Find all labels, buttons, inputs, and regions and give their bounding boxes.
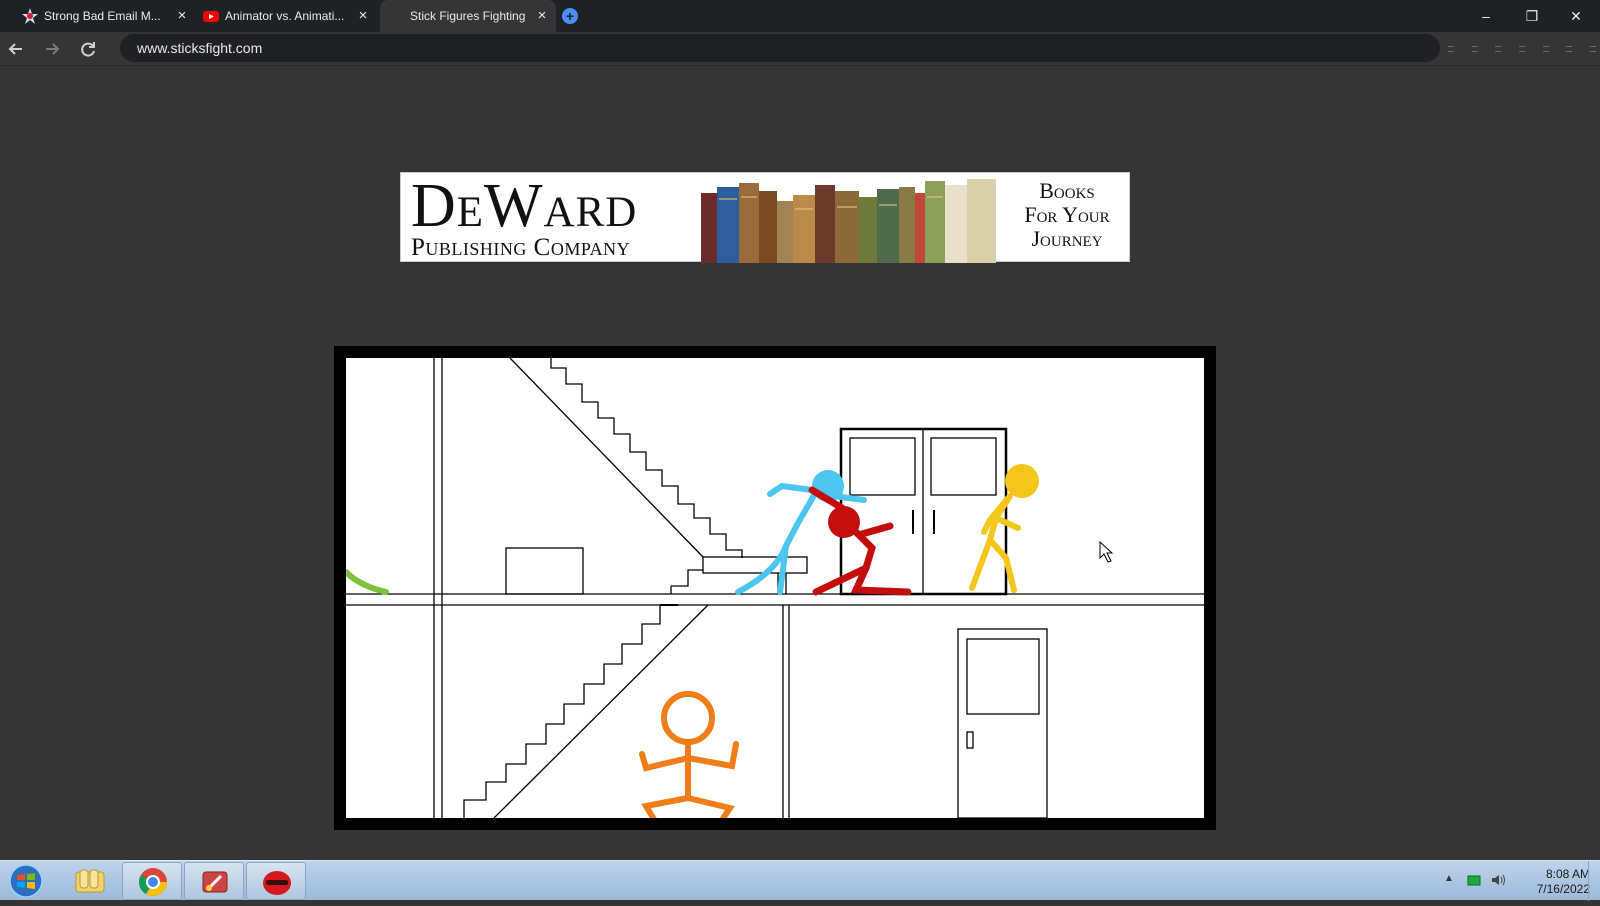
- forward-arrow-icon: [46, 43, 60, 55]
- taskbar-animation-app[interactable]: [184, 862, 244, 900]
- network-icon[interactable]: [1466, 872, 1482, 888]
- red-hood-icon: [263, 871, 291, 895]
- taskbar-red-app[interactable]: [246, 862, 306, 900]
- extension-icons[interactable]: [1448, 42, 1596, 56]
- taskbar-explorer[interactable]: [60, 862, 120, 900]
- taskbar-chrome[interactable]: [122, 862, 182, 900]
- show-hidden-icons-button[interactable]: ▲: [1444, 873, 1454, 884]
- close-window-button[interactable]: ✕: [1556, 4, 1596, 28]
- books-image: [701, 179, 996, 263]
- tab-strong-bad[interactable]: Strong Bad Email M... ×: [22, 0, 190, 32]
- tab-stick-figures-fighting[interactable]: Stick Figures Fighting ×: [380, 0, 556, 32]
- ad-tagline-line: For Your: [1024, 202, 1110, 227]
- chrome-icon: [139, 868, 167, 896]
- clock-time: 8:08 AM: [1545, 867, 1590, 881]
- youtube-icon: [203, 11, 219, 22]
- back-arrow-icon: [8, 43, 22, 55]
- ad-tagline-line: Journey: [1031, 226, 1103, 251]
- game-frame[interactable]: [334, 346, 1216, 830]
- extension-icon[interactable]: [1448, 46, 1454, 52]
- browser-toolbar: www.sticksfight.com: [0, 32, 1600, 66]
- windows-taskbar: ▲ 8:08 AM 7/16/2022: [0, 860, 1600, 901]
- extension-icon[interactable]: [1589, 46, 1596, 52]
- extension-icon[interactable]: [1495, 46, 1502, 52]
- tab-title: Strong Bad Email M...: [44, 9, 161, 23]
- tab-animator-vs-animation[interactable]: Animator vs. Animati... ×: [203, 0, 371, 32]
- windows-explorer-icon: [75, 869, 105, 893]
- tab-strip: Strong Bad Email M... × Animator vs. Ani…: [0, 0, 1600, 32]
- show-desktop-button[interactable]: [1588, 861, 1600, 901]
- reload-icon: [81, 42, 95, 57]
- extension-icon[interactable]: [1566, 46, 1573, 52]
- extension-icon[interactable]: [1471, 46, 1478, 52]
- game-background: [346, 358, 1204, 818]
- address-bar[interactable]: www.sticksfight.com: [120, 34, 1440, 62]
- restore-button[interactable]: ❐: [1512, 4, 1552, 28]
- clock-date: 7/16/2022: [1536, 882, 1590, 896]
- reload-button[interactable]: [76, 37, 100, 61]
- close-tab-icon[interactable]: ×: [174, 8, 190, 24]
- system-clock[interactable]: 8:08 AM 7/16/2022: [1514, 867, 1590, 897]
- homestar-icon: [22, 8, 38, 24]
- deward-ad-banner[interactable]: DeWard Publishing Company Books For Your…: [400, 172, 1130, 263]
- ad-brand-subtitle: Publishing Company: [411, 234, 631, 261]
- url-text: www.sticksfight.com: [137, 40, 263, 56]
- back-button[interactable]: [4, 37, 28, 61]
- extension-icon[interactable]: [1542, 46, 1549, 52]
- tab-title: Stick Figures Fighting: [410, 9, 526, 23]
- ad-brand: DeWard Publishing Company: [411, 175, 637, 261]
- close-tab-icon[interactable]: ×: [534, 8, 550, 24]
- forward-button[interactable]: [40, 37, 64, 61]
- game-canvas[interactable]: [346, 358, 1204, 818]
- windows-logo-icon: [9, 864, 43, 898]
- ad-tagline: Books For Your Journey: [1009, 179, 1125, 251]
- tab-title: Animator vs. Animati...: [225, 9, 345, 23]
- extension-icon[interactable]: [1518, 46, 1525, 52]
- ad-tagline-line: Books: [1039, 178, 1095, 203]
- ad-brand-name: DeWard: [411, 172, 638, 240]
- new-tab-button[interactable]: +: [562, 8, 578, 24]
- minimize-button[interactable]: –: [1466, 4, 1506, 28]
- flash-animation-icon: [202, 871, 228, 893]
- volume-icon[interactable]: [1490, 872, 1506, 888]
- start-button[interactable]: [6, 863, 46, 899]
- close-tab-icon[interactable]: ×: [355, 8, 371, 24]
